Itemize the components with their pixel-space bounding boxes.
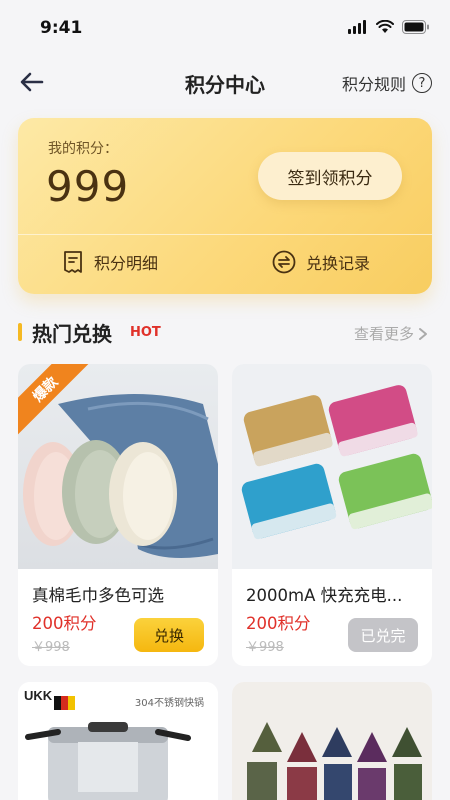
product-price: 200积分 [32,614,97,633]
points-detail-link[interactable]: 积分明细 [62,250,158,274]
nav-bar: 积分中心 积分规则 ? [0,58,450,104]
points-detail-label: 积分明细 [94,254,159,273]
product-card[interactable] [232,682,432,800]
exchange-icon [272,250,296,274]
signal-icon [348,20,366,34]
points-value: 999 [46,162,130,211]
product-price: 200积分 [246,614,311,633]
product-image-umbrellas [232,682,432,800]
product-original-price: ￥998 [32,640,70,655]
rules-link[interactable]: 积分规则 ? [342,71,432,95]
card-divider [18,234,432,235]
question-icon: ? [412,73,432,93]
rules-label: 积分规则 [341,75,406,94]
battery-icon [402,20,429,34]
receipt-icon [64,251,82,273]
hot-tag: HOT [130,325,161,340]
product-name: 真棉毛巾多色可选 [32,586,164,605]
view-more-label: 查看更多 [353,325,414,343]
product-name: 2000mA 快充充电... [246,586,403,605]
chevron-right-icon [419,327,427,340]
status-bar: 9:41 [0,0,450,56]
wifi-icon [376,20,394,33]
points-card: 我的积分： 999 签到领积分 积分明细 兑换记录 [18,118,432,294]
product-image-powerbanks [232,364,432,569]
status-time: 9:41 [40,18,83,38]
view-more-link[interactable]: 查看更多 [354,323,428,344]
exchange-button[interactable]: 兑换 [134,618,204,652]
product-card[interactable]: UKK 304不锈钢快锅 [18,682,218,800]
exchange-records-label: 兑换记录 [306,254,371,273]
points-label: 我的积分： [48,141,118,157]
hot-section-header: 热门兑换 HOT 查看更多 [18,318,432,350]
status-icons [348,20,430,34]
section-title: 热门兑换 [32,322,112,346]
brand-text: UKK [24,688,53,703]
section-accent-bar [18,323,22,341]
product-desc-text: 304不锈钢快锅 [134,698,204,709]
product-card[interactable]: 2000mA 快充充电... 200积分 ￥998 已兑完 [232,364,432,666]
product-card[interactable]: 爆款 真棉毛巾多色可选 200积分 ￥998 兑换 [18,364,218,666]
signin-button[interactable]: 签到领积分 [258,152,402,200]
product-original-price: ￥998 [246,640,284,655]
exchange-records-link[interactable]: 兑换记录 [272,250,370,274]
product-image-towels: 爆款 [18,364,218,569]
sold-out-button: 已兑完 [348,618,418,652]
